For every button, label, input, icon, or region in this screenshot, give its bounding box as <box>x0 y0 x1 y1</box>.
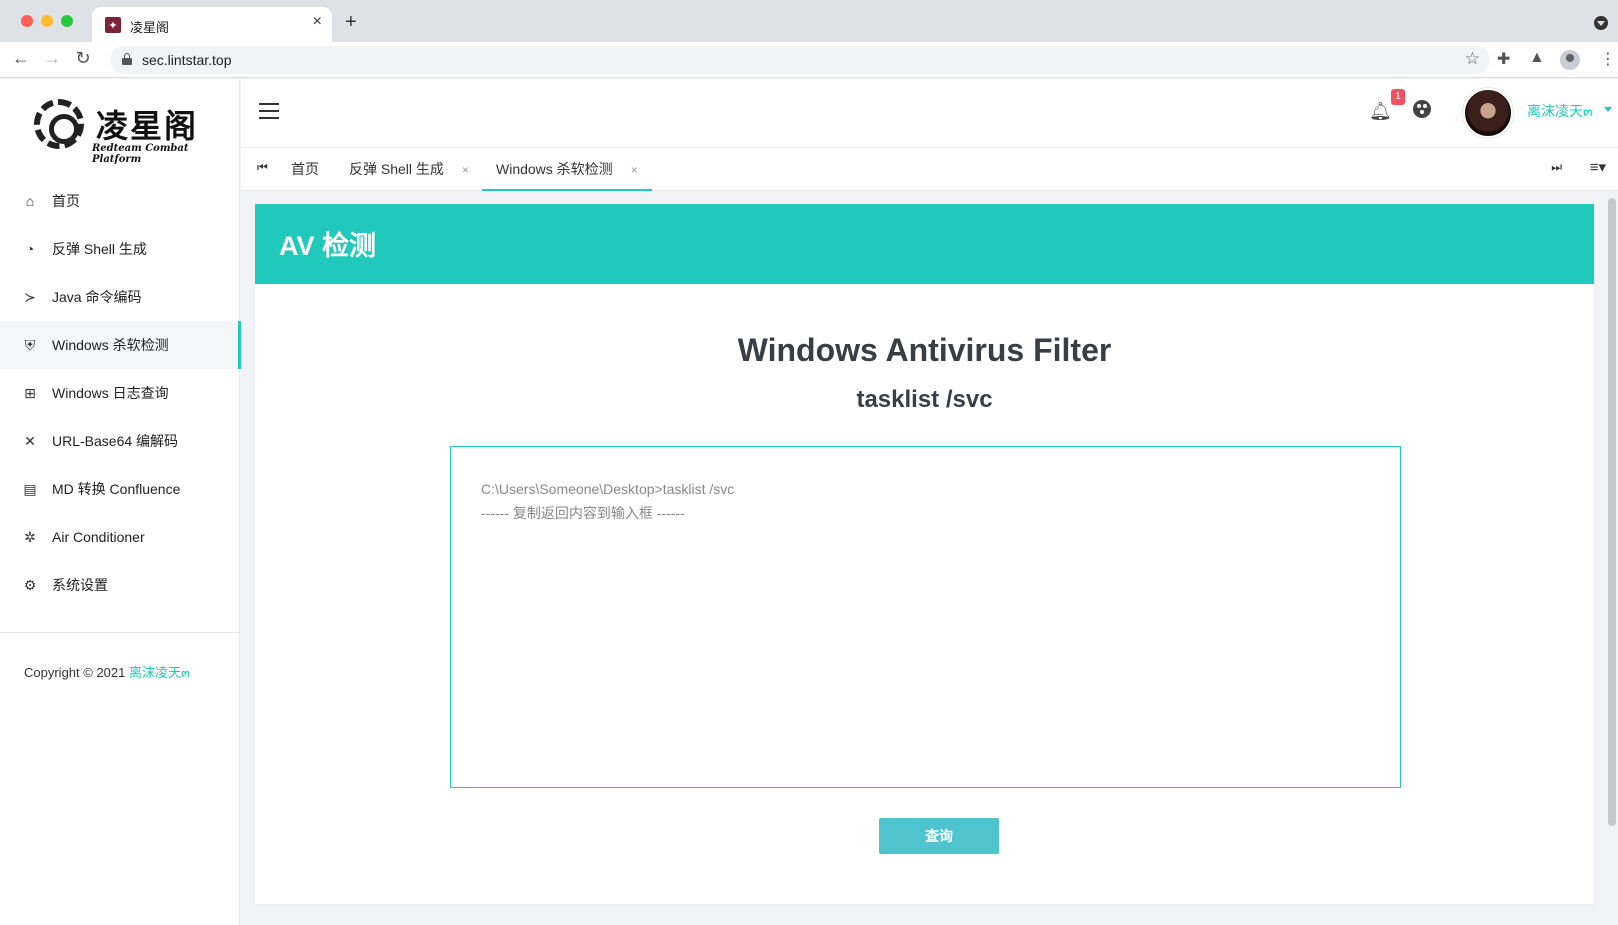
extensions-puzzle-icon[interactable]: ✚ <box>1497 49 1510 69</box>
app: 凌星阁 Redteam Combat Platform ⌂ 首页 ◔ 反弹 Sh… <box>0 79 1618 925</box>
browser-tab-title: 凌星阁 <box>130 20 170 35</box>
tab-search-icon[interactable] <box>1594 16 1608 30</box>
logo-title: 凌星阁 <box>96 107 199 145</box>
ac-icon: ✲ <box>24 528 36 545</box>
sidebar-item-label: Windows 杀软检测 <box>52 337 169 353</box>
sidebar-item-label: Air Conditioner <box>52 529 145 545</box>
sidebar-item-url-base64[interactable]: ✕ URL-Base64 编解码 <box>0 417 240 465</box>
palette-icon[interactable] <box>1413 100 1431 118</box>
sidebar-item-md-confluence[interactable]: ▤ MD 转换 Confluence <box>0 465 240 513</box>
copyright: Copyright © 2021 离沫凌天๓ <box>24 662 190 683</box>
sidebar-item-label: 系统设置 <box>52 577 108 593</box>
sidebar: 凌星阁 Redteam Combat Platform ⌂ 首页 ◔ 反弹 Sh… <box>0 79 241 925</box>
logo[interactable]: 凌星阁 Redteam Combat Platform <box>30 95 220 165</box>
lab-flask-icon[interactable]: ▲ <box>1529 49 1545 67</box>
favicon-icon: ✦ <box>105 17 121 33</box>
window-close-button[interactable] <box>21 15 33 27</box>
sidebar-item-settings[interactable]: ⚙ 系统设置 <box>0 561 240 609</box>
tabs-scroll-right-icon[interactable]: ⏭ <box>1551 160 1562 175</box>
av-detect-card: AV 检测 Windows Antivirus Filter tasklist … <box>255 204 1594 904</box>
gear-icon: ⚙ <box>23 576 37 593</box>
sidebar-item-label: MD 转换 Confluence <box>52 481 181 497</box>
home-icon: ⌂ <box>25 193 35 209</box>
sidebar-item-java-encode[interactable]: ≻ Java 命令编码 <box>0 273 240 321</box>
sidebar-item-label: 首页 <box>52 193 80 209</box>
bell-icon[interactable]: 🔔︎ <box>1369 101 1392 122</box>
page-title: Windows Antivirus Filter <box>737 332 1112 368</box>
sidebar-menu: ⌂ 首页 ◔ 反弹 Shell 生成 ≻ Java 命令编码 ⛨ Windows… <box>0 177 241 609</box>
scrollbar[interactable] <box>1606 191 1618 925</box>
browser-tab-strip: ✦ 凌星阁 × + <box>0 0 1618 42</box>
tab-label: 首页 <box>291 161 319 177</box>
card-header: AV 检测 <box>255 204 1594 284</box>
profile-avatar-icon[interactable] <box>1560 50 1580 70</box>
reload-icon[interactable]: ↻ <box>71 48 95 69</box>
username[interactable]: 离沫凌天๓ <box>1527 101 1593 123</box>
tab-close-icon[interactable]: × <box>462 163 469 177</box>
sidebar-item-air-conditioner[interactable]: ✲ Air Conditioner <box>0 513 240 561</box>
browser-tab-close-icon[interactable]: × <box>313 13 322 31</box>
sidebar-item-label: Windows 日志查询 <box>52 385 169 401</box>
sidebar-item-windows-av[interactable]: ⛨ Windows 杀软检测 <box>0 321 241 369</box>
avatar[interactable] <box>1463 88 1513 138</box>
tools-icon: ✕ <box>24 432 36 449</box>
tabs-scroll-left-icon[interactable]: ⏮ <box>257 160 268 175</box>
back-icon[interactable]: ← <box>9 48 33 69</box>
bookmark-star-icon[interactable]: ☆ <box>1465 49 1480 69</box>
topbar: 🔔︎ 1 离沫凌天๓ <box>241 79 1618 147</box>
browser-menu-icon[interactable]: ⋮ <box>1600 49 1616 69</box>
windows-icon: ⊞ <box>24 384 36 401</box>
browser-toolbar: ← → ↻ sec.lintstar.top ☆ ✚ ▲ ⋮ <box>0 42 1618 78</box>
tab-label: 反弹 Shell 生成 <box>349 161 444 177</box>
browser-tab[interactable]: ✦ 凌星阁 × <box>92 7 332 42</box>
tasklist-input[interactable] <box>450 446 1401 788</box>
window-zoom-button[interactable] <box>61 15 73 27</box>
sidebar-divider <box>0 632 240 633</box>
document-icon: ▤ <box>23 480 37 497</box>
address-bar[interactable]: sec.lintstar.top ☆ <box>110 46 1490 74</box>
notification-badge: 1 <box>1391 89 1405 105</box>
logo-subtitle: Redteam Combat Platform <box>92 143 189 165</box>
shell-icon: ◔ <box>25 241 35 257</box>
url-text[interactable]: sec.lintstar.top <box>142 52 232 68</box>
window-minimize-button[interactable] <box>41 15 53 27</box>
logo-emblem-icon <box>34 99 84 149</box>
sidebar-item-reverse-shell[interactable]: ◔ 反弹 Shell 生成 <box>0 225 240 273</box>
query-button[interactable]: 查询 <box>879 818 999 854</box>
tab-label: Windows 杀软检测 <box>496 161 613 177</box>
sidebar-item-label: 反弹 Shell 生成 <box>52 241 147 257</box>
new-tab-icon[interactable]: + <box>345 11 357 34</box>
hamburger-menu-icon[interactable] <box>259 103 279 119</box>
terminal-icon: ≻ <box>24 288 36 305</box>
page-tabs-bar: ⏮ 首页 反弹 Shell 生成 × Windows 杀软检测 × ⏭ ≡▾ <box>241 147 1618 191</box>
lock-icon <box>122 53 132 65</box>
command-hint: tasklist /svc <box>856 386 993 413</box>
tabs-options-icon[interactable]: ≡▾ <box>1590 158 1606 176</box>
card-title: AV 检测 <box>279 231 377 261</box>
sidebar-item-label: Java 命令编码 <box>52 289 142 305</box>
shield-icon: ⛨ <box>24 336 36 353</box>
forward-icon[interactable]: → <box>40 48 64 69</box>
tab-close-icon[interactable]: × <box>631 163 638 177</box>
tab-windows-av[interactable]: Windows 杀软检测 × <box>482 148 652 191</box>
chevron-down-icon[interactable] <box>1604 107 1612 112</box>
sidebar-item-label: URL-Base64 编解码 <box>52 433 179 449</box>
sidebar-item-home[interactable]: ⌂ 首页 <box>0 177 240 225</box>
scrollbar-thumb[interactable] <box>1608 198 1616 826</box>
copyright-text: Copyright © 2021 <box>24 665 126 680</box>
main-content: AV 检测 Windows Antivirus Filter tasklist … <box>241 191 1618 925</box>
copyright-author-link[interactable]: 离沫凌天๓ <box>129 665 190 680</box>
sidebar-item-windows-log[interactable]: ⊞ Windows 日志查询 <box>0 369 240 417</box>
tab-home[interactable]: 首页 <box>291 148 319 191</box>
tab-reverse-shell[interactable]: 反弹 Shell 生成 × <box>349 148 469 191</box>
